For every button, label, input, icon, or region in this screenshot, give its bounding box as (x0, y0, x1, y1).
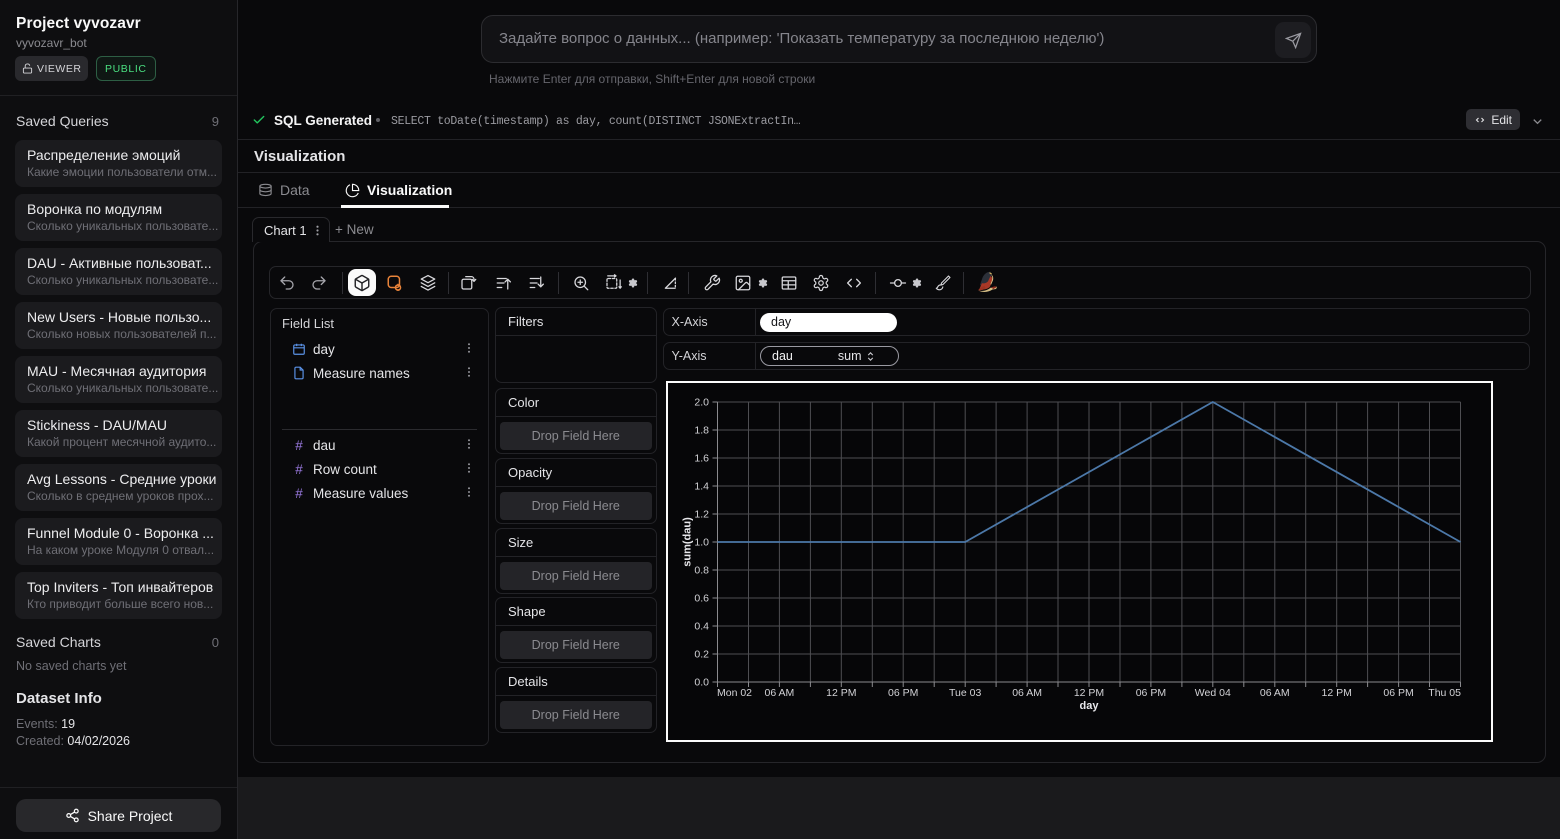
svg-text:1.8: 1.8 (694, 424, 709, 436)
svg-text:06 PM: 06 PM (1383, 687, 1413, 699)
svg-text:06 AM: 06 AM (1260, 687, 1290, 699)
svg-text:Tue 03: Tue 03 (949, 687, 981, 699)
svg-text:Thu 05: Thu 05 (1428, 687, 1461, 699)
svg-text:06 PM: 06 PM (888, 687, 918, 699)
svg-text:sum(dau): sum(dau) (682, 516, 694, 566)
svg-text:0.8: 0.8 (694, 564, 709, 576)
svg-text:0.6: 0.6 (694, 592, 709, 604)
svg-text:1.6: 1.6 (694, 452, 709, 464)
svg-text:0.0: 0.0 (694, 676, 709, 688)
svg-text:Wed 04: Wed 04 (1195, 687, 1231, 699)
svg-text:06 AM: 06 AM (1012, 687, 1042, 699)
svg-text:12 PM: 12 PM (1322, 687, 1352, 699)
svg-text:12 PM: 12 PM (826, 687, 856, 699)
svg-text:Mon 02: Mon 02 (717, 687, 752, 699)
svg-text:0.2: 0.2 (694, 648, 709, 660)
svg-text:06 AM: 06 AM (765, 687, 795, 699)
svg-text:1.2: 1.2 (694, 508, 709, 520)
svg-text:0.4: 0.4 (694, 620, 709, 632)
svg-text:1.0: 1.0 (694, 536, 709, 548)
svg-text:1.4: 1.4 (694, 480, 709, 492)
svg-text:day: day (1080, 700, 1100, 712)
svg-text:12 PM: 12 PM (1074, 687, 1104, 699)
svg-text:06 PM: 06 PM (1136, 687, 1166, 699)
svg-text:2.0: 2.0 (694, 396, 709, 408)
